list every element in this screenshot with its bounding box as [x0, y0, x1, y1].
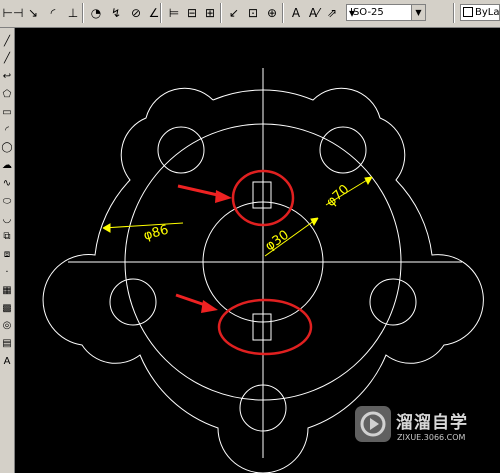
ellipse-icon[interactable]: ⬭	[0, 194, 14, 208]
dim-radius-icon[interactable]: ◔	[88, 4, 104, 21]
bolt-hole-4	[369, 278, 417, 326]
hatch-icon[interactable]: ▦	[0, 283, 14, 297]
line-icon[interactable]: ╱	[0, 34, 14, 48]
dim-edit-icon[interactable]: A	[288, 4, 304, 21]
table-icon[interactable]: ▤	[0, 337, 14, 351]
bolt-hole-3	[109, 278, 157, 326]
watermark-url: ZIXUE.3066.COM	[397, 433, 466, 442]
polyline-icon[interactable]: ↩	[0, 70, 14, 84]
dim-line-phi86	[102, 222, 184, 229]
construction-line-icon[interactable]: ╱	[0, 52, 14, 66]
revision-cloud-icon[interactable]: ☁	[0, 159, 14, 173]
watermark-brand: 溜溜自学	[396, 413, 468, 433]
dim-jogged-icon[interactable]: ↯	[108, 4, 124, 21]
dim-aligned-icon[interactable]: ↘	[25, 4, 41, 21]
quick-leader-icon[interactable]: ↙	[226, 4, 242, 21]
layer-value: ByLay	[475, 7, 500, 18]
dim-arrow-phi86	[102, 223, 111, 233]
pointer-arrow-bottom-head	[201, 300, 218, 313]
point-icon[interactable]: ·	[0, 265, 14, 279]
dim-style-icon[interactable]: ▾	[344, 4, 360, 21]
bolt-hole-1	[157, 126, 205, 174]
make-block-icon[interactable]: ⧈	[0, 248, 14, 262]
drawing-canvas[interactable]: φ86 φ30 φ70 溜溜自学 ZIXUE.3066.COM	[15, 28, 500, 473]
circle-icon[interactable]: ◯	[0, 141, 14, 155]
ellipse-arc-icon[interactable]: ◡	[0, 212, 14, 226]
insert-block-icon[interactable]: ⧉	[0, 230, 14, 244]
pointer-arrow-top-head	[215, 190, 232, 203]
pointer-arrow-top-shaft	[177, 184, 223, 198]
polygon-icon[interactable]: ⬠	[0, 87, 14, 101]
tolerance-icon[interactable]: ⊡	[245, 4, 261, 21]
quick-dim-icon[interactable]: ⊨	[166, 4, 182, 21]
dim-label-phi30: φ30	[263, 228, 292, 255]
dim-arrow-phi70	[364, 176, 373, 186]
toolbar-separator	[453, 3, 455, 23]
dim-update-icon[interactable]: ⇗	[324, 4, 340, 21]
dim-diameter-icon[interactable]: ⊘	[128, 4, 144, 21]
dim-continue-icon[interactable]: ⊞	[202, 4, 218, 21]
toolbar-separator	[160, 3, 162, 23]
callout-ellipse-bottom	[217, 298, 313, 356]
spline-icon[interactable]: ∿	[0, 176, 14, 190]
toolbar-separator	[282, 3, 284, 23]
chevron-down-icon[interactable]: ▼	[411, 5, 425, 20]
watermark: 溜溜自学 ZIXUE.3066.COM	[355, 406, 475, 450]
layer-dropdown[interactable]: ByLay	[460, 4, 500, 21]
dim-arc-length-icon[interactable]: ◜	[45, 4, 61, 21]
region-icon[interactable]: ◎	[0, 319, 14, 333]
layer-color-swatch	[463, 7, 473, 17]
center-mark-icon[interactable]: ⊕	[264, 4, 280, 21]
slot-top	[252, 181, 272, 209]
dim-baseline-icon[interactable]: ⊟	[184, 4, 200, 21]
toolbar-separator	[220, 3, 222, 23]
slot-bottom	[252, 313, 272, 341]
dim-label-phi70: φ70	[324, 182, 353, 210]
toolbar-separator	[82, 3, 84, 23]
dimension-toolbar: ISO-25 ▼ ByLay ⊢⊣↘◜⊥◔↯⊘∠⊨⊟⊞↙⊡⊕AA⁄⇗▾	[0, 0, 500, 28]
dim-ordinate-icon[interactable]: ⊥	[65, 4, 81, 21]
dim-text-edit-icon[interactable]: A⁄	[306, 4, 322, 21]
dim-arrow-phi30	[310, 217, 319, 227]
draw-toolbar: ╱ ╱ ↩ ⬠ ▭ ◜ ◯ ☁ ∿ ⬭ ◡ ⧉ ⧈ · ▦ ▩ ◎ ▤ A	[0, 28, 15, 473]
arc-icon[interactable]: ◜	[0, 123, 14, 137]
rectangle-icon[interactable]: ▭	[0, 105, 14, 119]
watermark-logo-icon	[355, 406, 391, 442]
dim-linear-icon[interactable]: ⊢⊣	[3, 4, 24, 21]
multiline-text-icon[interactable]: A	[0, 354, 14, 368]
gradient-icon[interactable]: ▩	[0, 301, 14, 315]
